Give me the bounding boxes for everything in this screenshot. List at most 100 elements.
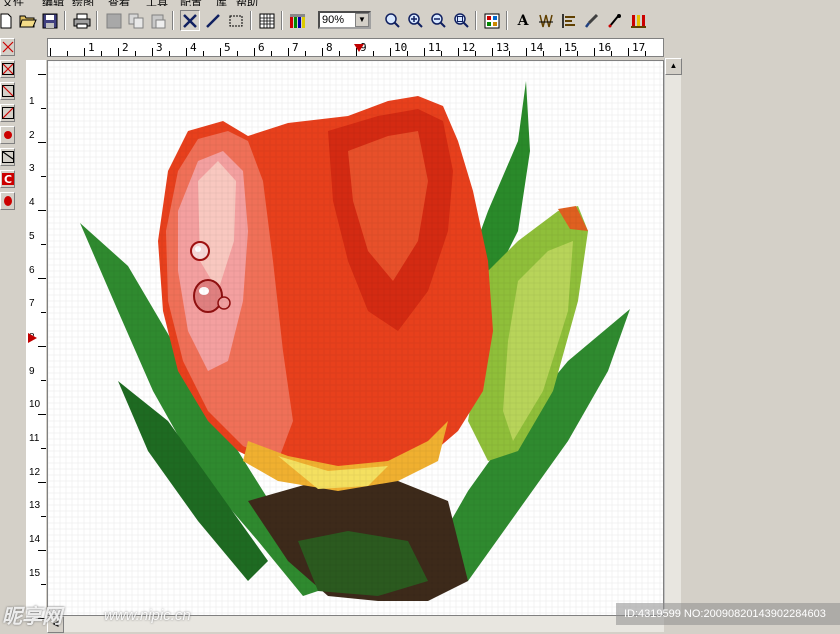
- ruler-tick: [288, 48, 289, 56]
- ruler-label: 7: [292, 41, 299, 54]
- ruler-tick: [41, 312, 46, 313]
- ruler-tick: [38, 142, 46, 143]
- ruler-tick: [169, 51, 170, 56]
- dropper-icon[interactable]: [605, 10, 625, 31]
- zoom-out-icon[interactable]: [428, 10, 448, 31]
- backstitch-icon[interactable]: [536, 10, 556, 31]
- ruler-tick: [628, 48, 629, 56]
- ruler-tick: [41, 244, 46, 245]
- menu-config[interactable]: 配置: [180, 0, 202, 6]
- ruler-label: 3: [156, 41, 163, 54]
- ruler-tick: [118, 48, 119, 56]
- ruler-label: 9: [29, 365, 35, 377]
- ruler-tick: [101, 51, 102, 56]
- thread-icon[interactable]: [628, 10, 648, 31]
- save-icon[interactable]: [40, 10, 60, 31]
- scroll-up-icon[interactable]: ▲: [665, 58, 682, 75]
- menu-bar: 文件 编辑 绘图 查看 工具 配置 库 帮助: [0, 0, 840, 6]
- ruler-tick: [594, 48, 595, 56]
- letter-c-tool-icon[interactable]: C: [0, 170, 15, 188]
- ruler-tick: [237, 51, 238, 56]
- ruler-tick: [38, 346, 46, 347]
- ruler-tick: [560, 48, 561, 56]
- ruler-label: 12: [29, 466, 41, 478]
- zoom-select[interactable]: 90% ▼: [318, 11, 371, 29]
- ruler-tick: [41, 380, 46, 381]
- copy-icon[interactable]: [126, 10, 146, 31]
- ruler-tick: [373, 51, 374, 56]
- ruler-tick: [67, 51, 68, 56]
- new-file-icon[interactable]: [0, 10, 16, 31]
- pattern-canvas[interactable]: [47, 60, 664, 616]
- ruler-label: 2: [29, 129, 35, 141]
- print-icon[interactable]: [72, 10, 92, 31]
- half-cross-tool-icon[interactable]: [0, 82, 15, 100]
- ruler-position-marker: [28, 333, 37, 343]
- ruler-tick: [254, 48, 255, 56]
- grey-block-icon[interactable]: [104, 10, 124, 31]
- ruler-position-marker: [354, 44, 364, 52]
- toolbar: 90% ▼ A: [0, 8, 840, 34]
- menu-edit[interactable]: 编辑: [42, 0, 64, 6]
- menu-file[interactable]: 文件: [2, 0, 24, 6]
- cross-stitch-icon[interactable]: [180, 10, 200, 31]
- ruler-label: 10: [29, 399, 41, 411]
- cross-stitch-tool-icon[interactable]: [0, 38, 15, 56]
- ruler-label: 5: [29, 230, 35, 242]
- ruler-label: 15: [564, 41, 578, 54]
- watermark-url: www.nipic.cn: [104, 607, 191, 624]
- ruler-tick: [38, 210, 46, 211]
- zoom-in-icon[interactable]: [405, 10, 425, 31]
- text-icon[interactable]: A: [513, 10, 533, 31]
- menu-library[interactable]: 库: [216, 0, 227, 6]
- french-knot-tool-icon[interactable]: [0, 126, 15, 144]
- color-chart-icon[interactable]: [482, 10, 502, 31]
- open-folder-icon[interactable]: [18, 10, 38, 31]
- ruler-tick: [84, 48, 85, 56]
- ruler-tick: [38, 74, 46, 75]
- zoom-fit-icon[interactable]: [451, 10, 471, 31]
- vertical-scrollbar[interactable]: ▲: [664, 58, 682, 614]
- ruler-tick: [41, 108, 46, 109]
- ruler-label: 6: [258, 41, 265, 54]
- menu-view[interactable]: 查看: [108, 0, 130, 6]
- ruler-tick: [203, 51, 204, 56]
- ruler-label: 14: [29, 534, 41, 546]
- ruler-label: 4: [29, 197, 35, 209]
- tulip-pattern-image: [48, 61, 663, 615]
- ruler-tick: [424, 48, 425, 56]
- cross-box-tool-icon[interactable]: [0, 60, 15, 78]
- eyedropper-brush-icon[interactable]: [582, 10, 602, 31]
- menu-help[interactable]: 帮助: [236, 0, 258, 6]
- select-icon[interactable]: [226, 10, 246, 31]
- svg-text:C: C: [4, 173, 12, 185]
- ruler-label: 15: [29, 567, 41, 579]
- bead-tool-icon[interactable]: [0, 192, 15, 210]
- zoom-icon[interactable]: [382, 10, 402, 31]
- ruler-tick: [492, 48, 493, 56]
- ruler-tick: [41, 176, 46, 177]
- ruler-tick: [41, 584, 46, 585]
- grid-icon[interactable]: [257, 10, 277, 31]
- palette-icon[interactable]: [288, 10, 308, 31]
- ruler-label: 8: [326, 41, 333, 54]
- chevron-down-icon[interactable]: ▼: [355, 13, 369, 27]
- ruler-tick: [220, 48, 221, 56]
- backstitch-tool-icon[interactable]: [0, 148, 15, 166]
- ruler-tick: [271, 51, 272, 56]
- quarter-stitch-tool-icon[interactable]: [0, 104, 15, 122]
- ruler-label: 5: [224, 41, 231, 54]
- watermark-id: ID:4319599 NO:20090820143902284603: [616, 603, 840, 625]
- ruler-tick: [186, 48, 187, 56]
- ruler-label: 12: [462, 41, 476, 54]
- ruler-tick: [339, 51, 340, 56]
- menu-tools[interactable]: 工具: [146, 0, 168, 6]
- menu-draw[interactable]: 绘图: [72, 0, 94, 6]
- ruler-label: 4: [190, 41, 197, 54]
- align-icon[interactable]: [559, 10, 579, 31]
- paste-icon[interactable]: [148, 10, 168, 31]
- ruler-tick: [135, 51, 136, 56]
- half-stitch-icon[interactable]: [203, 10, 223, 31]
- ruler-label: 17: [632, 41, 646, 54]
- ruler-label: 6: [29, 264, 35, 276]
